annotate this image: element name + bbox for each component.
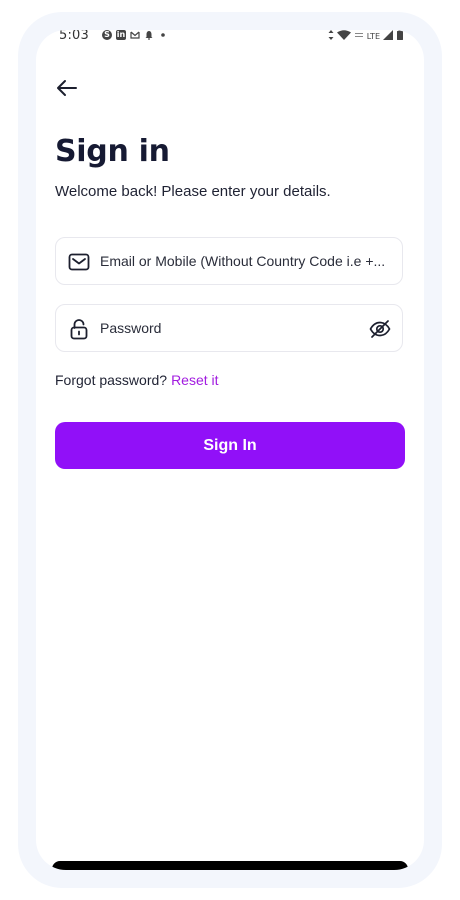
page-subtitle: Welcome back! Please enter your details.: [55, 183, 331, 200]
status-bar: 5:03 S in LTE: [36, 30, 424, 46]
reset-password-link[interactable]: Reset it: [171, 372, 218, 388]
email-input[interactable]: [100, 238, 392, 284]
status-time: 5:03: [59, 30, 89, 43]
password-input[interactable]: [100, 305, 360, 351]
lock-icon: [70, 319, 88, 340]
signal-icon: [383, 30, 393, 42]
notification-icons: S in: [102, 30, 168, 40]
back-button[interactable]: [55, 76, 79, 100]
skype-icon: S: [102, 30, 112, 40]
battery-icon: [396, 30, 404, 42]
page-title: Sign in: [55, 134, 170, 169]
app-screen: 5:03 S in LTE Sign in Welcome back! Plea…: [36, 30, 424, 870]
eye-off-icon: [369, 320, 391, 338]
forgot-password-row: Forgot password? Reset it: [55, 372, 219, 388]
sign-in-button[interactable]: Sign In: [55, 422, 405, 469]
mail-icon: [68, 253, 90, 271]
wifi-icon: [336, 30, 351, 42]
system-icons: LTE: [328, 30, 404, 42]
linkedin-icon: in: [116, 30, 126, 40]
password-visibility-toggle[interactable]: [369, 318, 391, 340]
vibrate-icon: [328, 30, 334, 42]
gesture-nav-bar: [52, 861, 408, 870]
forgot-password-text: Forgot password?: [55, 372, 168, 388]
lte-icon: LTE: [366, 31, 380, 41]
bell-icon: [144, 30, 154, 40]
arrow-left-icon: [57, 80, 77, 96]
email-field[interactable]: [55, 237, 403, 285]
dot-icon: [158, 30, 168, 40]
password-field[interactable]: [55, 304, 403, 352]
vowifi-icon: [354, 30, 364, 42]
gmail-icon: [130, 30, 140, 40]
